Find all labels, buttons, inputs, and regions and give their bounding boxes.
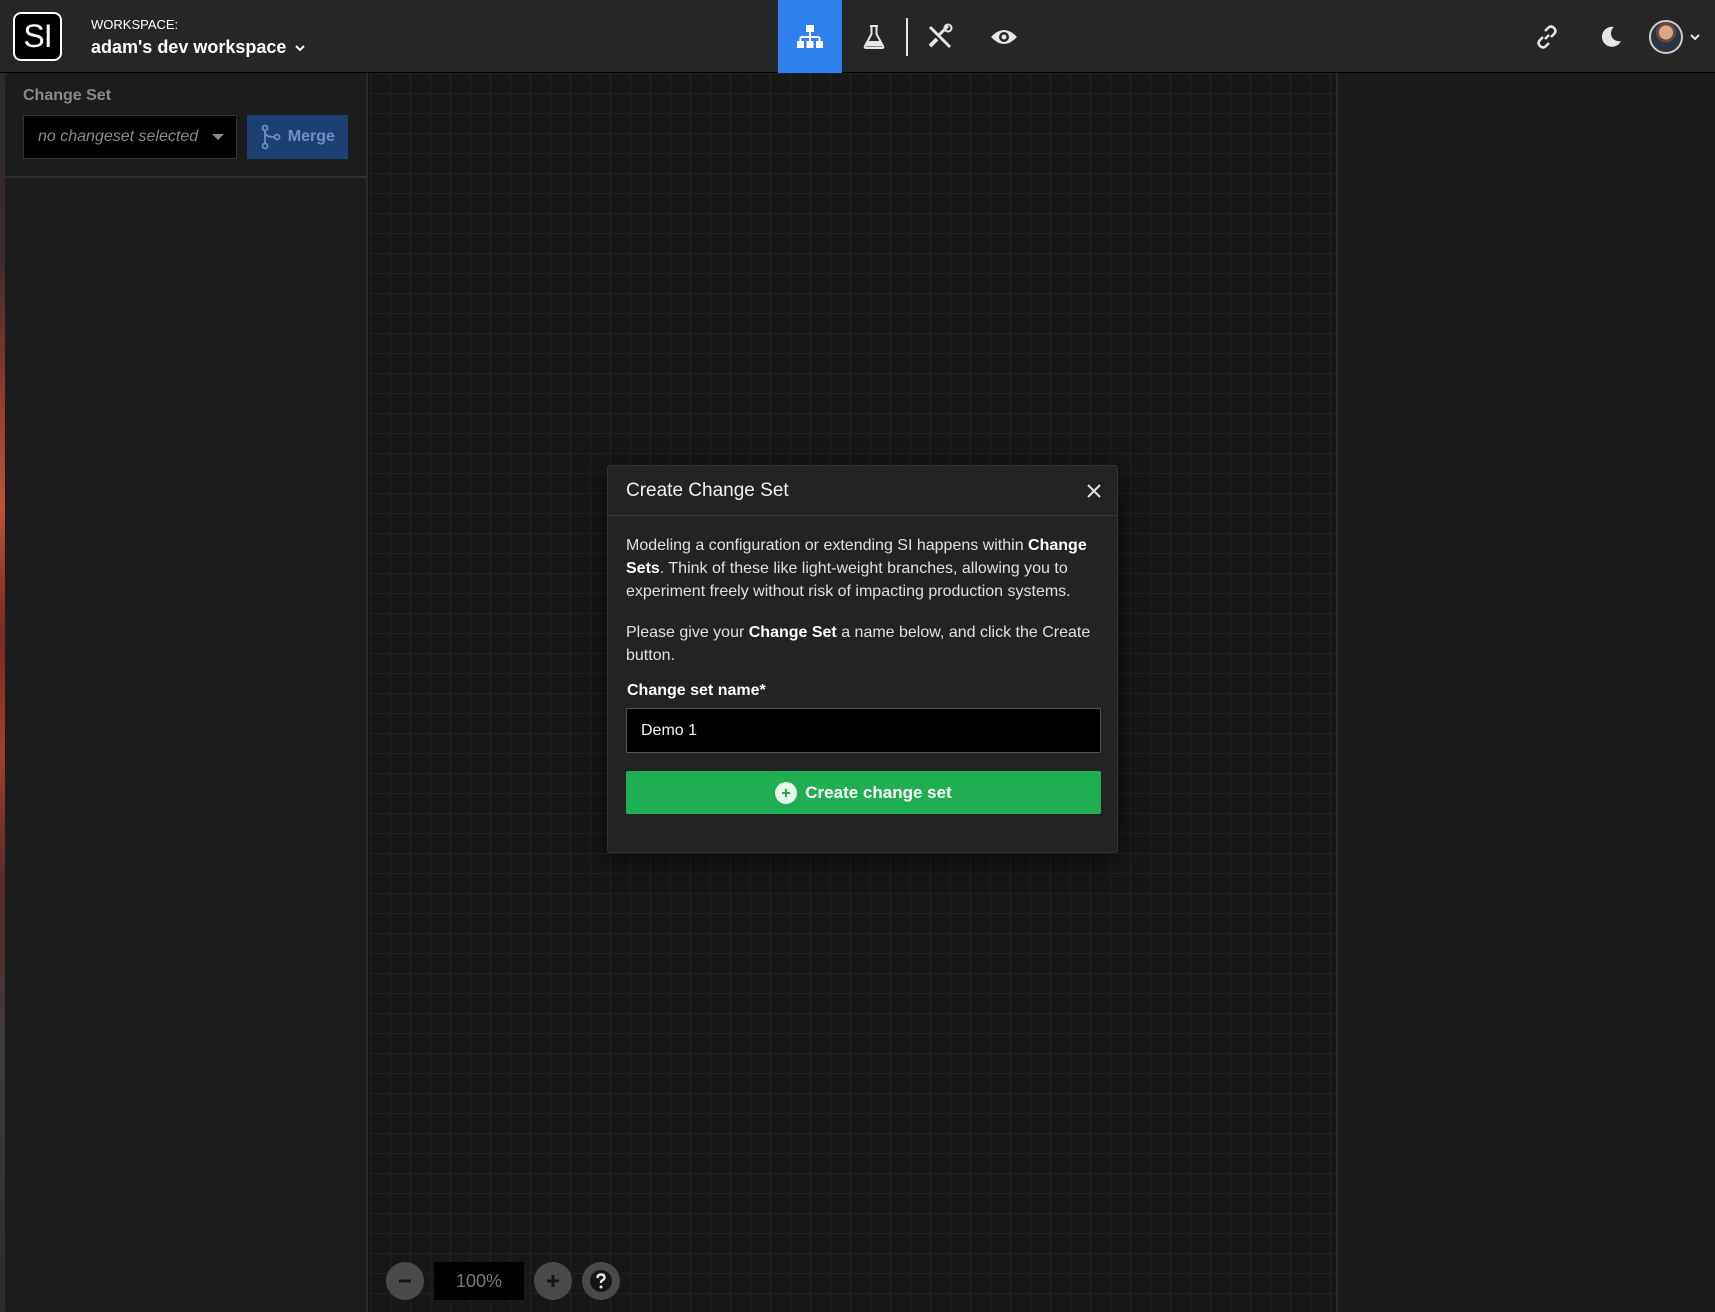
help-icon <box>590 1270 612 1292</box>
zoom-controls: 100% <box>386 1262 620 1300</box>
diagram-icon <box>797 24 823 48</box>
git-merge-icon <box>261 124 281 150</box>
modal-header: Create Change Set <box>608 466 1117 516</box>
instruction-text-a: Please give your <box>626 624 749 641</box>
modal-intro-text: Modeling a configuration or extending SI… <box>626 534 1099 603</box>
close-button[interactable] <box>1083 480 1105 502</box>
change-set-header: Change Set no changeset selected Merge <box>5 73 366 178</box>
zoom-out-button[interactable] <box>386 1262 424 1300</box>
change-set-select-value: no changeset selected <box>38 128 199 145</box>
nav-right <box>1515 0 1715 73</box>
flask-icon <box>863 24 885 49</box>
minus-icon <box>399 1279 411 1283</box>
close-icon <box>1087 483 1101 498</box>
copy-link-button[interactable] <box>1515 0 1579 73</box>
nav-lab-button[interactable] <box>842 0 906 73</box>
avatar <box>1649 19 1683 54</box>
intro-text-b: . Think of these like light-weight branc… <box>626 560 1071 600</box>
profile-menu[interactable] <box>1643 0 1715 73</box>
create-change-set-button[interactable]: Create change set <box>626 771 1101 814</box>
create-change-set-modal: Create Change Set Modeling a configurati… <box>607 465 1118 853</box>
eye-icon <box>991 29 1017 44</box>
workspace-name: adam's dev workspace <box>91 37 287 57</box>
change-set-name-input[interactable] <box>626 708 1101 753</box>
nav-view-button[interactable] <box>972 0 1036 73</box>
nav-model-button[interactable] <box>778 0 842 73</box>
modal-title: Create Change Set <box>626 479 789 501</box>
nav-customize-button[interactable] <box>908 0 972 73</box>
create-change-set-label: Create change set <box>805 782 952 802</box>
merge-label: Merge <box>287 128 335 145</box>
si-logo[interactable]: SI <box>13 12 62 61</box>
change-set-title: Change Set <box>23 87 112 104</box>
modal-body: Modeling a configuration or extending SI… <box>608 516 1117 832</box>
workspace-label: WORKSPACE: <box>91 17 179 32</box>
help-button[interactable] <box>582 1262 620 1300</box>
left-sidebar: Change Set no changeset selected Merge <box>5 73 368 1312</box>
link-icon <box>1537 24 1557 49</box>
theme-toggle-button[interactable] <box>1579 0 1643 73</box>
zoom-in-button[interactable] <box>534 1262 572 1300</box>
top-navbar: SI WORKSPACE: adam's dev workspace <box>0 0 1715 73</box>
chevron-down-icon <box>1690 33 1700 40</box>
change-set-name-label: Change set name* <box>627 682 766 699</box>
plus-icon <box>547 1275 559 1287</box>
moon-icon <box>1601 26 1621 47</box>
nav-center <box>778 0 1036 73</box>
right-panel <box>1338 73 1715 1312</box>
instruction-text-bold: Change Set <box>748 624 837 641</box>
tools-icon <box>928 23 953 48</box>
merge-button[interactable]: Merge <box>246 115 348 159</box>
change-set-select[interactable]: no changeset selected <box>23 115 237 159</box>
change-set-controls: no changeset selected Merge <box>23 115 348 159</box>
plus-circle-icon <box>775 781 798 804</box>
caret-down-icon <box>211 134 224 140</box>
workspace-selector[interactable]: adam's dev workspace <box>91 37 306 58</box>
zoom-level[interactable]: 100% <box>434 1262 524 1300</box>
modal-instruction-text: Please give your Change Set a name below… <box>626 621 1099 667</box>
app-root: SI WORKSPACE: adam's dev workspace Chang… <box>0 0 1715 1312</box>
intro-text-a: Modeling a configuration or extending SI… <box>626 537 1029 554</box>
chevron-down-icon <box>295 44 306 51</box>
